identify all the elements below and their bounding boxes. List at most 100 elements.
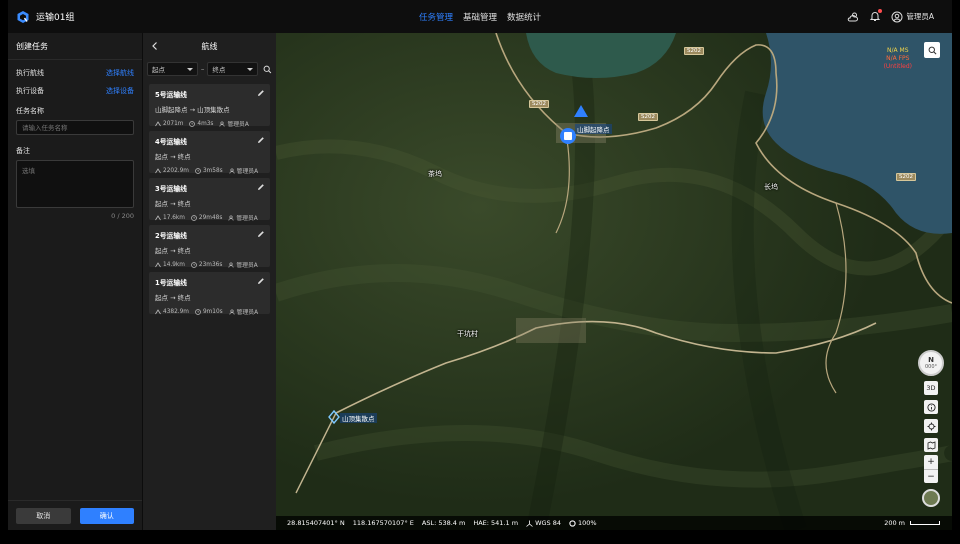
user-menu[interactable]: 管理员A [891, 11, 934, 23]
start-point-select[interactable]: 起点 [147, 62, 198, 76]
route-owner-value: 管理员A [236, 169, 259, 175]
coordinate-axis-icon [526, 520, 533, 527]
route-distance: 14.9km [155, 262, 185, 268]
route-owner: 管理员A [228, 213, 258, 222]
map-search-button[interactable] [924, 42, 940, 58]
user-icon [219, 120, 226, 127]
route-name: 5号运输线 [155, 91, 187, 99]
top-right-tools: 管理员A [847, 0, 934, 33]
compass-button[interactable]: N 000° [918, 350, 944, 376]
edit-icon[interactable] [257, 136, 265, 144]
route-meta: 2071m 4m3s 管理员A [155, 119, 264, 128]
create-task-panel: 创建任务 执行航线 选择航线 执行设备 选择设备 任务名称 备注 0 / 200… [8, 33, 142, 530]
layers-button[interactable] [924, 438, 938, 452]
route-duration: 9m10s [195, 309, 223, 315]
route-owner-value: 管理员A [236, 310, 259, 316]
route-distance-value: 2202.9m [163, 167, 189, 174]
route-duration: 29m48s [191, 215, 222, 221]
create-task-footer: 取消 确认 [8, 500, 142, 530]
zoom-in-button[interactable]: + [924, 455, 938, 469]
route-duration-value: 3m58s [202, 167, 223, 174]
globe-view-button[interactable] [922, 489, 940, 507]
device-label: 执行设备 [16, 87, 44, 95]
route-card[interactable]: 2号运输线 起点 → 终点 14.9km 23m36s 管理员A [149, 225, 270, 269]
map-status-bar: 28.815407401° N 118.167570107° E ASL: 53… [276, 516, 952, 530]
route-distance: 4382.9m [155, 309, 189, 315]
route-owner: 管理员A [229, 307, 258, 316]
fps-untitled: (Untitled) [883, 63, 912, 70]
map-scale: 200 m [884, 519, 940, 527]
edit-icon[interactable] [257, 183, 265, 191]
confirm-button[interactable]: 确认 [79, 508, 134, 524]
back-arrow-icon[interactable] [150, 41, 160, 51]
zoom-out-button[interactable]: − [924, 469, 938, 483]
route-distance: 2071m [155, 121, 183, 127]
chevron-down-icon [247, 67, 254, 71]
end-point-select[interactable]: 终点 [207, 62, 259, 76]
route-distance-value: 2071m [163, 120, 184, 127]
map-view[interactable]: 茶坞 长坞 干坑村 S202 S202 S202 S202 山脚起降点 山顶集散… [276, 33, 952, 530]
note-textarea[interactable] [16, 160, 134, 208]
scale-bar [910, 521, 940, 525]
route-name: 3号运输线 [155, 185, 187, 193]
edit-icon[interactable] [257, 89, 265, 97]
datum-readout: WGS 84 [526, 519, 561, 527]
start-point-value: 起点 [152, 66, 165, 74]
target-icon [927, 422, 935, 430]
task-name-label: 任务名称 [16, 107, 44, 115]
user-icon [228, 214, 234, 221]
satellite-terrain [276, 33, 952, 530]
top-bar: 运输01组 任务管理 基础管理 数据统计 管理员A [8, 0, 952, 33]
edit-icon[interactable] [257, 277, 265, 285]
route-card[interactable]: 4号运输线 起点 → 终点 2202.9m 3m58s 管理员A [149, 131, 270, 175]
cancel-button[interactable]: 取消 [16, 508, 71, 524]
edit-icon[interactable] [257, 230, 265, 238]
nav-task-management[interactable]: 任务管理 [419, 11, 453, 23]
view-3d-button[interactable]: 3D [924, 381, 938, 395]
nav-data-statistics[interactable]: 数据统计 [507, 11, 541, 23]
end-point-value: 终点 [212, 66, 226, 74]
route-path: 山脚起降点 → 山顶集散点 [155, 106, 230, 114]
search-icon[interactable] [263, 65, 272, 74]
datum-value: WGS 84 [535, 519, 561, 527]
route-card[interactable]: 3号运输线 起点 → 终点 17.6km 29m48s 管理员A [149, 178, 270, 222]
route-card[interactable]: 1号运输线 起点 → 终点 4382.9m 9m10s 管理员A [149, 272, 270, 316]
progress-ring-icon [569, 519, 576, 527]
weather-icon[interactable] [847, 11, 859, 23]
info-button[interactable] [924, 400, 938, 414]
select-route-link[interactable]: 选择航线 [106, 68, 134, 78]
route-path: 起点 → 终点 [155, 200, 191, 208]
compass-north: N [928, 356, 934, 364]
distance-icon [155, 167, 161, 173]
select-device-link[interactable]: 选择设备 [106, 86, 134, 96]
route-duration-value: 29m48s [198, 214, 223, 221]
route-owner-value: 管理员A [236, 263, 258, 269]
route-label: 执行航线 [16, 69, 44, 77]
route-panel-title: 航线 [201, 42, 218, 51]
notification-bell[interactable] [869, 8, 883, 24]
clock-icon [191, 214, 197, 221]
route-owner: 管理员A [228, 260, 258, 269]
logo-icon [17, 10, 29, 23]
route-duration-value: 9m10s [202, 308, 223, 315]
hae-readout: HAE: 541.1 m [473, 519, 519, 527]
info-icon [926, 402, 936, 412]
route-panel: 航线 起点 – 终点 5号运输线 山脚起降点 → 山顶集散点 2071m 4m3… [142, 33, 276, 530]
takeoff-marker-label[interactable]: 山脚起降点 [575, 124, 612, 134]
longitude-readout: 118.167570107° E [352, 519, 414, 527]
nav-basic-management[interactable]: 基础管理 [463, 11, 497, 23]
distance-icon [155, 308, 161, 314]
route-distance-value: 4382.9m [163, 308, 189, 315]
note-label: 备注 [16, 147, 30, 155]
route-card[interactable]: 5号运输线 山脚起降点 → 山顶集散点 2071m 4m3s 管理员A [149, 84, 270, 128]
route-duration: 3m58s [195, 168, 223, 174]
task-name-input[interactable] [16, 120, 134, 135]
clock-icon [195, 167, 201, 174]
road-label: S202 [638, 113, 658, 121]
app-logo[interactable]: 运输01组 [16, 10, 74, 24]
clock-icon [191, 261, 197, 268]
create-task-title: 创建任务 [8, 33, 142, 60]
locate-button[interactable] [924, 419, 938, 433]
route-distance: 17.6km [155, 215, 185, 221]
destination-marker-label[interactable]: 山顶集散点 [340, 413, 377, 423]
